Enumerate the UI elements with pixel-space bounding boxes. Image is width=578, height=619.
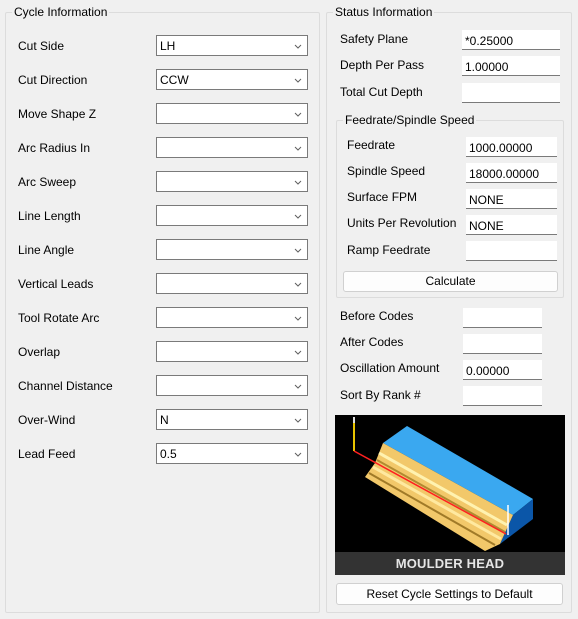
- cut-side-label: Cut Side: [18, 39, 65, 53]
- calculate-button[interactable]: Calculate: [343, 271, 558, 292]
- status-information-title: Status Information: [333, 5, 435, 19]
- cut-side-dropdown[interactable]: LH: [156, 35, 308, 56]
- chevron-down-icon[interactable]: [293, 414, 303, 424]
- channel-distance-label: Channel Distance: [18, 379, 113, 393]
- line-angle-label: Line Angle: [18, 243, 75, 257]
- over-wind-dropdown[interactable]: N: [156, 409, 308, 430]
- safety-plane-input[interactable]: [462, 30, 560, 50]
- sort-by-rank-label: Sort By Rank #: [340, 388, 421, 402]
- after-codes-input[interactable]: [463, 334, 542, 354]
- surface-fpm-label: Surface FPM: [347, 190, 418, 204]
- chevron-down-icon[interactable]: [293, 448, 303, 458]
- tool-rotate-arc-label: Tool Rotate Arc: [18, 311, 100, 325]
- after-codes-label: After Codes: [340, 335, 404, 349]
- safety-plane-label: Safety Plane: [340, 32, 409, 46]
- cut-direction-dropdown[interactable]: CCW: [156, 69, 308, 90]
- cycle-information-group: Cycle Information Cut Side LH Cut Directio…: [5, 5, 320, 613]
- line-length-dropdown[interactable]: [156, 205, 308, 226]
- chevron-down-icon[interactable]: [293, 108, 303, 118]
- feedrate-spindle-title: Feedrate/Spindle Speed: [343, 113, 477, 127]
- moulder-head-preview: MOULDER HEAD: [335, 415, 565, 575]
- chevron-down-icon[interactable]: [293, 244, 303, 254]
- move-shape-z-label: Move Shape Z: [18, 107, 97, 121]
- lead-feed-value: 0.5: [160, 447, 177, 461]
- vertical-leads-dropdown[interactable]: [156, 273, 308, 294]
- chevron-down-icon[interactable]: [293, 312, 303, 322]
- line-length-label: Line Length: [18, 209, 81, 223]
- preview-caption: MOULDER HEAD: [335, 552, 565, 575]
- ramp-feedrate-label: Ramp Feedrate: [347, 243, 431, 257]
- chevron-down-icon[interactable]: [293, 346, 303, 356]
- over-wind-value: N: [160, 413, 169, 427]
- oscillation-amount-label: Oscillation Amount: [340, 361, 440, 375]
- feedrate-input[interactable]: [466, 137, 557, 157]
- moulder-head-illustration: [353, 417, 533, 551]
- feedrate-spindle-group: Feedrate/Spindle Speed Feedrate Spindle …: [336, 113, 564, 298]
- units-per-revolution-label: Units Per Revolution: [347, 216, 457, 230]
- sort-by-rank-input[interactable]: [463, 386, 542, 406]
- status-information-group: Status Information Safety Plane Depth Pe…: [326, 5, 572, 613]
- move-shape-z-dropdown[interactable]: [156, 103, 308, 124]
- feedrate-label: Feedrate: [347, 138, 396, 152]
- chevron-down-icon[interactable]: [293, 278, 303, 288]
- chevron-down-icon[interactable]: [293, 40, 303, 50]
- cut-direction-value: CCW: [160, 73, 189, 87]
- overlap-dropdown[interactable]: [156, 341, 308, 362]
- cycle-information-title: Cycle Information: [12, 5, 110, 19]
- chevron-down-icon[interactable]: [293, 74, 303, 84]
- chevron-down-icon[interactable]: [293, 142, 303, 152]
- line-angle-dropdown[interactable]: [156, 239, 308, 260]
- chevron-down-icon[interactable]: [293, 380, 303, 390]
- cycle-settings-panel: Cycle Information Cut Side LH Cut Directio…: [0, 0, 578, 619]
- ramp-feedrate-input[interactable]: [466, 241, 557, 261]
- reset-cycle-settings-button[interactable]: Reset Cycle Settings to Default: [336, 583, 563, 605]
- spindle-speed-label: Spindle Speed: [347, 164, 426, 178]
- vertical-leads-label: Vertical Leads: [18, 277, 94, 291]
- arc-radius-in-dropdown[interactable]: [156, 137, 308, 158]
- cut-side-value: LH: [160, 39, 176, 53]
- cut-direction-label: Cut Direction: [18, 73, 88, 87]
- arc-radius-in-label: Arc Radius In: [18, 141, 91, 155]
- chevron-down-icon[interactable]: [293, 210, 303, 220]
- depth-per-pass-input[interactable]: [462, 56, 560, 76]
- total-cut-depth-label: Total Cut Depth: [340, 85, 423, 99]
- before-codes-label: Before Codes: [340, 309, 414, 323]
- chevron-down-icon[interactable]: [293, 176, 303, 186]
- channel-distance-dropdown[interactable]: [156, 375, 308, 396]
- depth-per-pass-label: Depth Per Pass: [340, 58, 425, 72]
- arc-sweep-label: Arc Sweep: [18, 175, 77, 189]
- tool-rotate-arc-dropdown[interactable]: [156, 307, 308, 328]
- lead-feed-label: Lead Feed: [18, 447, 76, 461]
- before-codes-input[interactable]: [463, 308, 542, 328]
- overlap-label: Overlap: [18, 345, 61, 359]
- oscillation-amount-input[interactable]: [463, 360, 542, 380]
- spindle-speed-input[interactable]: [466, 163, 557, 183]
- total-cut-depth-input[interactable]: [462, 83, 560, 103]
- surface-fpm-input[interactable]: [466, 189, 557, 209]
- units-per-revolution-input[interactable]: [466, 215, 557, 235]
- arc-sweep-dropdown[interactable]: [156, 171, 308, 192]
- over-wind-label: Over-Wind: [18, 413, 76, 427]
- lead-feed-dropdown[interactable]: 0.5: [156, 443, 308, 464]
